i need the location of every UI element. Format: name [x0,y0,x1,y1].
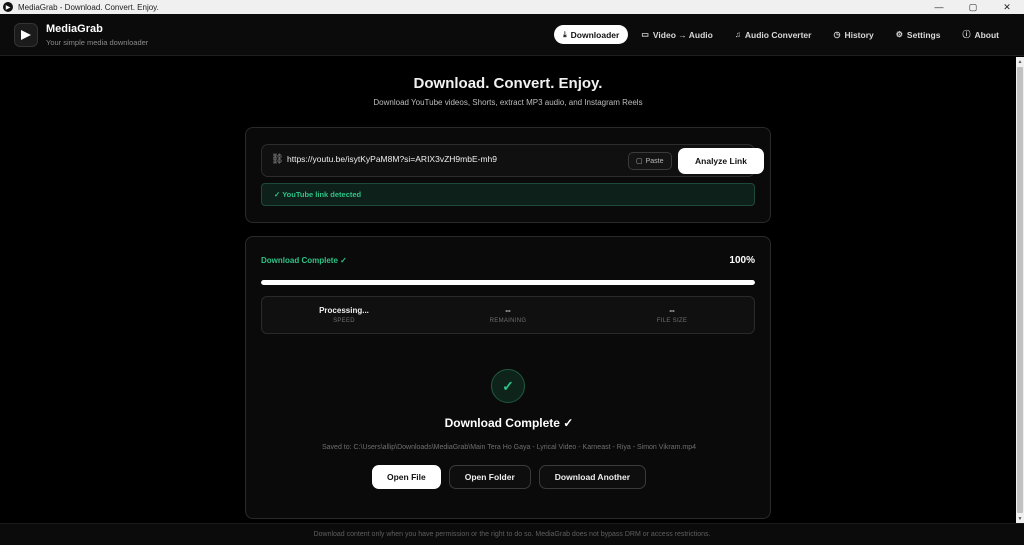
info-icon: ⓘ [962,30,971,39]
music-note-icon: ♫ [734,30,741,39]
nav-history[interactable]: ◷ History [824,25,882,44]
nav-settings[interactable]: ⚙ Settings [887,25,950,44]
page-title: Download. Convert. Enjoy. [413,75,603,92]
analyze-link-button[interactable]: Analyze Link [678,148,764,174]
url-input-box: ⛓ ▢ Paste Analyze Link [261,144,764,177]
scroll-up-arrow-icon[interactable]: ▲ [1016,57,1024,66]
app-header: MediaGrab Your simple media downloader ⤓… [0,14,1024,56]
nav-downloader[interactable]: ⤓ Downloader [554,25,629,44]
stat-file-size: -- FILE SIZE [590,297,754,333]
window-controls: — ▢ ✕ [922,0,1024,14]
maximize-button[interactable]: ▢ [956,0,990,14]
result-actions: Open File Open Folder Download Another [246,465,772,489]
stat-label: REMAINING [489,318,527,324]
gear-icon: ⚙ [895,30,903,39]
clock-icon: ◷ [833,30,841,39]
paste-label: Paste [645,157,664,165]
progress-bar-fill [261,280,755,285]
stat-label: SPEED [333,318,355,324]
scrollbar-thumb[interactable] [1017,67,1023,513]
nav-label: Downloader [570,29,620,40]
stat-value: -- [669,306,675,315]
app-icon: ▶ [3,2,13,12]
stat-label: FILE SIZE [656,318,688,324]
link-icon: ⛓ [271,154,284,165]
nav-video-to-audio[interactable]: ▭ Video → Audio [632,25,722,44]
download-stats: Processing... SPEED -- REMAINING -- FILE… [261,296,755,334]
window-titlebar: ▶ MediaGrab - Download. Convert. Enjoy. … [0,0,1024,14]
footer-disclaimer: Download content only when you have perm… [0,523,1024,545]
paste-button[interactable]: ▢ Paste [628,152,672,170]
open-file-button[interactable]: Open File [371,465,441,489]
nav-audio-converter[interactable]: ♫ Audio Converter [726,25,821,44]
stat-speed: Processing... SPEED [262,297,426,333]
nav-label: History [844,29,874,40]
success-check-icon: ✓ [491,369,525,403]
stat-value: -- [505,306,511,315]
brand-name: MediaGrab [46,23,103,35]
download-another-button[interactable]: Download Another [538,465,647,489]
window-title: MediaGrab - Download. Convert. Enjoy. [18,2,159,12]
url-input[interactable] [287,154,607,164]
download-complete-title: Download Complete ✓ [444,416,574,430]
video-camera-icon: ▭ [641,30,649,39]
download-progress-card: Download Complete ✓ 100% Processing... S… [245,236,771,519]
minimize-button[interactable]: — [922,0,956,14]
nav-about[interactable]: ⓘ About [953,25,1008,44]
link-detected-banner: ✓ YouTube link detected [261,183,755,206]
mediagrab-logo-icon [14,23,38,47]
link-input-card: ⛓ ▢ Paste Analyze Link ✓ YouTube link de… [245,127,771,223]
vertical-scrollbar[interactable]: ▲ ▼ [1016,57,1024,523]
brand-tagline: Your simple media downloader [46,38,149,47]
progress-percent: 100% [729,255,755,266]
clipboard-icon: ▢ [636,158,643,165]
download-status: Download Complete ✓ [261,256,347,265]
download-icon: ⤓ [563,29,567,39]
nav-label: Audio Converter [744,29,812,40]
close-button[interactable]: ✕ [990,0,1024,14]
nav-label: About [974,29,999,40]
nav-label: Settings [906,29,941,40]
stat-remaining: -- REMAINING [426,297,590,333]
nav-label: Video → Audio [652,29,713,40]
page-subtitle: Download YouTube videos, Shorts, extract… [373,98,643,107]
main-nav: ⤓ Downloader ▭ Video → Audio ♫ Audio Con… [554,25,1008,44]
main-content: Download. Convert. Enjoy. Download YouTu… [0,57,1016,523]
open-folder-button[interactable]: Open Folder [448,465,531,489]
saved-file-path: Saved to: C:\Users\allip\Downloads\Media… [321,444,696,451]
progress-bar [261,280,755,285]
scroll-down-arrow-icon[interactable]: ▼ [1016,514,1024,523]
stat-value: Processing... [319,306,369,315]
